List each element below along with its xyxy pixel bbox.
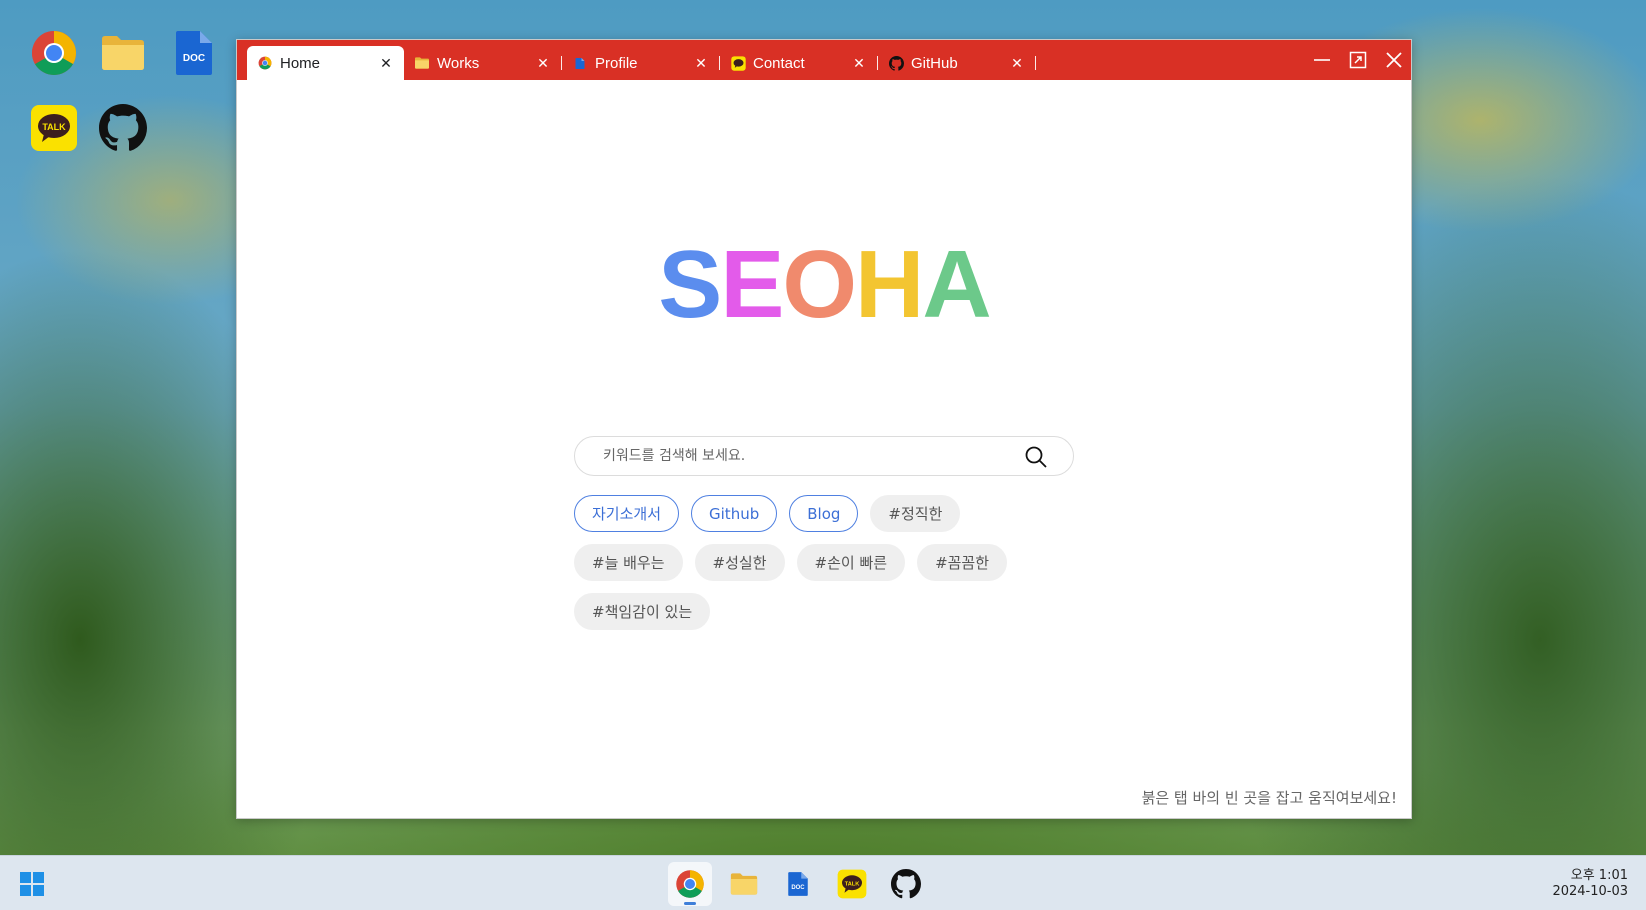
search-input[interactable] bbox=[603, 437, 1003, 475]
folder-icon bbox=[414, 55, 430, 71]
logo-letter: H bbox=[855, 231, 924, 338]
taskbar-chrome-icon[interactable] bbox=[668, 862, 712, 906]
minimize-icon[interactable] bbox=[1311, 49, 1333, 71]
desktop-github-icon[interactable] bbox=[99, 104, 147, 152]
tab-label: Home bbox=[280, 54, 321, 72]
doc-icon bbox=[572, 55, 588, 71]
taskbar-kakaotalk-icon[interactable]: TALK bbox=[830, 862, 874, 906]
svg-text:DOC: DOC bbox=[183, 53, 205, 64]
logo-letter: E bbox=[720, 231, 784, 338]
chrome-icon bbox=[257, 55, 273, 71]
tab-close-icon[interactable]: ✕ bbox=[378, 55, 394, 72]
chip-tag[interactable]: #늘 배우는 bbox=[574, 544, 683, 581]
logo-letter: A bbox=[922, 231, 991, 338]
tab-label: Profile bbox=[595, 54, 638, 72]
chip-tag[interactable]: #꼼꼼한 bbox=[917, 544, 1008, 581]
desktop-kakaotalk-icon[interactable]: TALK bbox=[30, 104, 78, 152]
windows-icon[interactable] bbox=[20, 872, 44, 896]
svg-text:TALK: TALK bbox=[42, 122, 66, 132]
taskbar: DOC TALK 오후 1:01 2024-10-03 bbox=[0, 855, 1646, 910]
taskbar-doc-icon[interactable]: DOC bbox=[776, 862, 820, 906]
svg-text:TALK: TALK bbox=[845, 881, 860, 887]
taskbar-folder-icon[interactable] bbox=[722, 862, 766, 906]
tab-close-icon[interactable]: ✕ bbox=[1009, 55, 1025, 72]
github-icon bbox=[888, 55, 904, 71]
chip-tag[interactable]: #책임감이 있는 bbox=[574, 593, 711, 630]
maximize-icon[interactable] bbox=[1347, 49, 1369, 71]
tab-profile[interactable]: Profile ✕ bbox=[562, 46, 719, 80]
desktop-chrome-icon[interactable] bbox=[30, 29, 78, 77]
page-content: SEOHA 자기소개서 Github Blog #정직한 #늘 배우는 #성실한… bbox=[237, 80, 1411, 820]
close-icon[interactable] bbox=[1383, 49, 1405, 71]
tab-works[interactable]: Works ✕ bbox=[404, 46, 561, 80]
search-icon[interactable] bbox=[1025, 446, 1047, 468]
tab-bar[interactable]: Home ✕ Works ✕ Profile ✕ Contact ✕ GitHu… bbox=[237, 40, 1411, 80]
desktop-doc-icon[interactable]: DOC bbox=[170, 29, 218, 77]
browser-window: Home ✕ Works ✕ Profile ✕ Contact ✕ GitHu… bbox=[236, 39, 1412, 819]
tab-label: GitHub bbox=[911, 54, 958, 72]
tab-close-icon[interactable]: ✕ bbox=[535, 55, 551, 72]
drag-hint-text: 붉은 탭 바의 빈 곳을 잡고 움직여보세요! bbox=[1141, 789, 1397, 807]
desktop-folder-icon[interactable] bbox=[99, 29, 147, 77]
chip-blog-link[interactable]: Blog bbox=[789, 495, 859, 532]
tab-close-icon[interactable]: ✕ bbox=[851, 55, 867, 72]
tab-list: Home ✕ Works ✕ Profile ✕ Contact ✕ GitHu… bbox=[237, 40, 1036, 80]
window-controls bbox=[1311, 40, 1405, 80]
seoha-logo[interactable]: SEOHA bbox=[237, 230, 1411, 340]
tab-separator bbox=[1035, 56, 1036, 70]
tab-home[interactable]: Home ✕ bbox=[247, 46, 404, 80]
search-box bbox=[574, 436, 1074, 476]
tab-label: Contact bbox=[753, 54, 805, 72]
chip-tag[interactable]: #손이 빠른 bbox=[796, 544, 906, 581]
logo-letter: S bbox=[658, 231, 722, 338]
tab-close-icon[interactable]: ✕ bbox=[693, 55, 709, 72]
clock-time: 오후 1:01 bbox=[1570, 868, 1628, 883]
logo-letter: O bbox=[782, 231, 857, 338]
chip-self-intro-link[interactable]: 자기소개서 bbox=[574, 495, 680, 532]
chip-tag[interactable]: #성실한 bbox=[694, 544, 785, 581]
kakaotalk-icon bbox=[730, 55, 746, 71]
taskbar-github-icon[interactable] bbox=[884, 862, 928, 906]
tab-contact[interactable]: Contact ✕ bbox=[720, 46, 877, 80]
taskbar-apps: DOC TALK bbox=[668, 862, 928, 906]
keyword-chips: 자기소개서 Github Blog #정직한 #늘 배우는 #성실한 #손이 빠… bbox=[574, 495, 1034, 630]
tab-label: Works bbox=[437, 54, 480, 72]
system-clock[interactable]: 오후 1:01 2024-10-03 bbox=[1552, 868, 1628, 900]
svg-text:DOC: DOC bbox=[791, 885, 805, 891]
tab-github[interactable]: GitHub ✕ bbox=[878, 46, 1035, 80]
chip-tag[interactable]: #정직한 bbox=[870, 495, 961, 532]
chip-github-link[interactable]: Github bbox=[691, 495, 778, 532]
clock-date: 2024-10-03 bbox=[1552, 884, 1628, 899]
